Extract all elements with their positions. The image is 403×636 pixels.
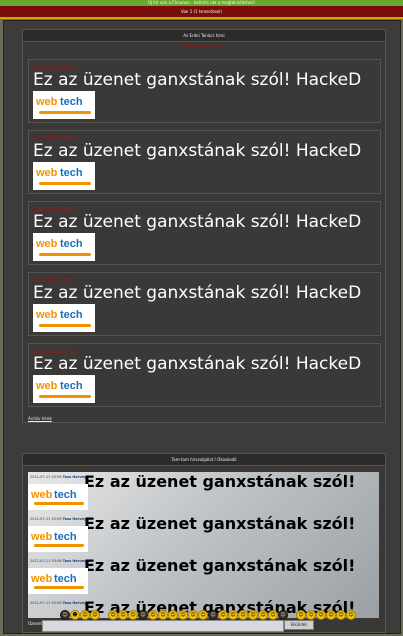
news-message: 2012-07-11 03:56:16 Ez az üzenet ganxstá…: [28, 201, 381, 265]
logo-swoosh: [34, 544, 84, 547]
chat-message-meta: 2012-07-11 03:56 Tosz Harvey: [30, 475, 86, 479]
smiley-icon[interactable]: ☺: [128, 610, 138, 620]
webtech-logo: web tech: [28, 568, 88, 594]
smiley-icon[interactable]: ☺: [168, 610, 178, 620]
logo-web-text: web: [31, 531, 53, 543]
chat-messages-area[interactable]: 2012-07-11 03:56 Tosz Harvey Ez az üzene…: [28, 472, 379, 618]
smiley-icon[interactable]: ☺: [346, 610, 356, 620]
webtech-logo: web tech: [33, 233, 95, 261]
smiley-icon[interactable]: ☺: [238, 610, 248, 620]
smiley-icon[interactable]: ☺: [138, 610, 148, 620]
smiley-icon[interactable]: ☺: [218, 610, 228, 620]
chat-message: 2012-07-11 03:56 Tosz Harvey Ez az üzene…: [28, 472, 379, 514]
logo-tech-text: tech: [54, 489, 77, 501]
smiley-icon[interactable]: ☺: [178, 610, 188, 620]
chat-message-meta: 2012-07-11 03:56 Tosz Harvey: [30, 559, 86, 563]
logo-tech-text: tech: [60, 380, 83, 392]
webtech-logo: web tech: [33, 91, 95, 119]
chat-message-text: Ez az üzenet ganxstának szól!: [84, 556, 356, 575]
smiley-icon[interactable]: ☺: [268, 610, 278, 620]
smiley-bar: ☺ ☻ ☺ ☺ ☺ ☺ ☺ ☺ ☺ ☺ ☺ ☺ ☺ ☺ ☺ ☺ ☺ ☺ ☺ ☺ ☺ ☺ ☺ ☺ ☺ ☺ ☺ ☺: [60, 610, 360, 622]
smiley-icon[interactable]: ☺: [248, 610, 258, 620]
smiley-icon[interactable]: ☺: [90, 610, 100, 620]
chat-panel-title: Tam-tam hírszolgálat / Okoskodó: [23, 454, 385, 466]
chat-message: 2012-07-11 03:56 Tosz Harvey Ez az üzene…: [28, 514, 379, 556]
webtech-logo: web tech: [33, 375, 95, 403]
smiley-icon[interactable]: ☺: [228, 610, 238, 620]
smiley-icon[interactable]: ☺: [336, 610, 346, 620]
logo-web-text: web: [36, 380, 58, 392]
smiley-icon[interactable]: ☺: [80, 610, 90, 620]
news-panel-title: Az Erdei Tanács hírei: [23, 30, 385, 42]
logo-tech-text: tech: [54, 531, 77, 543]
news-message: 2012-07-11 03:56:16 Ez az üzenet ganxstá…: [28, 272, 381, 336]
archive-news-link[interactable]: Archív hírek: [28, 416, 52, 421]
message-text: Ez az üzenet ganxstának szól! HackeD: [33, 212, 362, 232]
logo-web-text: web: [36, 309, 58, 321]
logo-swoosh: [39, 253, 91, 256]
logo-web-text: web: [31, 573, 53, 585]
smiley-icon[interactable]: ☺: [278, 610, 288, 620]
smiley-icon[interactable]: ☺: [158, 610, 168, 620]
chat-message: 2012-07-11 03:56 Tosz Harvey Ez az üzene…: [28, 556, 379, 598]
message-text: Ez az üzenet ganxstának szól! HackeD: [33, 141, 362, 161]
logo-swoosh: [34, 502, 84, 505]
news-message: 2012-07-11 03:56:16 Ez az üzenet ganxstá…: [28, 130, 381, 194]
logo-tech-text: tech: [60, 167, 83, 179]
smiley-icon[interactable]: ☺: [60, 610, 70, 620]
logo-tech-text: tech: [60, 238, 83, 250]
chat-message-text: Ez az üzenet ganxstának szól!: [84, 514, 356, 533]
logo-web-text: web: [36, 238, 58, 250]
logo-swoosh: [39, 395, 91, 398]
chat-message-user[interactable]: Tosz Harvey: [63, 517, 87, 521]
news-panel: Az Erdei Tanács hírei Nincsenek hírek 20…: [22, 29, 386, 423]
message-text: Ez az üzenet ganxstának szól! HackeD: [33, 70, 362, 90]
chat-message-time: 2012-07-11 03:56: [30, 601, 62, 605]
smiley-icon[interactable]: ☺: [108, 610, 118, 620]
chat-message-text: Ez az üzenet ganxstának szól!: [84, 472, 356, 491]
webtech-logo: web tech: [28, 484, 88, 510]
logo-web-text: web: [36, 167, 58, 179]
chat-message-meta: 2012-07-11 03:56 Tosz Harvey: [30, 601, 86, 605]
chat-message-user[interactable]: Tosz Harvey: [63, 475, 87, 479]
chat-message-meta: 2012-07-11 03:56 Tosz Harvey: [30, 517, 86, 521]
smiley-icon[interactable]: ☺: [258, 610, 268, 620]
chat-message-time: 2012-07-11 03:56: [30, 475, 62, 479]
smiley-icon[interactable]: ☺: [326, 610, 336, 620]
smiley-icon[interactable]: ☺: [306, 610, 316, 620]
news-subtitle: Nincsenek hírek: [186, 45, 222, 50]
smiley-icon[interactable]: ☺: [188, 610, 198, 620]
logo-swoosh: [34, 586, 84, 589]
smiley-icon[interactable]: ☺: [198, 610, 208, 620]
logo-tech-text: tech: [60, 96, 83, 108]
smiley-icon[interactable]: ☺: [296, 610, 306, 620]
logo-tech-text: tech: [60, 309, 83, 321]
logo-web-text: web: [31, 489, 53, 501]
smiley-icon[interactable]: ☺: [148, 610, 158, 620]
chat-message-user[interactable]: Tosz Harvey: [63, 601, 87, 605]
logo-swoosh: [39, 182, 91, 185]
smiley-icon[interactable]: ☺: [208, 610, 218, 620]
message-text: Ez az üzenet ganxstának szól! HackeD: [33, 354, 362, 374]
logo-swoosh: [39, 111, 91, 114]
webtech-logo: web tech: [33, 304, 95, 332]
smiley-icon[interactable]: ☺: [316, 610, 326, 620]
smiley-icon[interactable]: ☺: [118, 610, 128, 620]
message-text: Ez az üzenet ganxstának szól! HackeD: [33, 283, 362, 303]
webtech-logo: web tech: [28, 526, 88, 552]
logo-swoosh: [39, 324, 91, 327]
logo-web-text: web: [36, 96, 58, 108]
news-message: 2012-07-11 03:56:16 Ez az üzenet ganxstá…: [28, 343, 381, 407]
news-message: 2012-07-11 03:56:16 Ez az üzenet ganxstá…: [28, 59, 381, 123]
status-bar: Van 1 (1 Ismerőssel): [0, 6, 403, 19]
chat-message-time: 2012-07-11 03:56: [30, 517, 62, 521]
chat-message-user[interactable]: Tosz Harvey: [63, 559, 87, 563]
chat-panel: Tam-tam hírszolgálat / Okoskodó 2012-07-…: [22, 453, 386, 633]
webtech-logo: web tech: [33, 162, 95, 190]
smiley-icon[interactable]: ☻: [70, 610, 80, 620]
main-content: Az Erdei Tanács hírei Nincsenek hírek 20…: [3, 20, 401, 634]
chat-message-time: 2012-07-11 03:56: [30, 559, 62, 563]
logo-tech-text: tech: [54, 573, 77, 585]
